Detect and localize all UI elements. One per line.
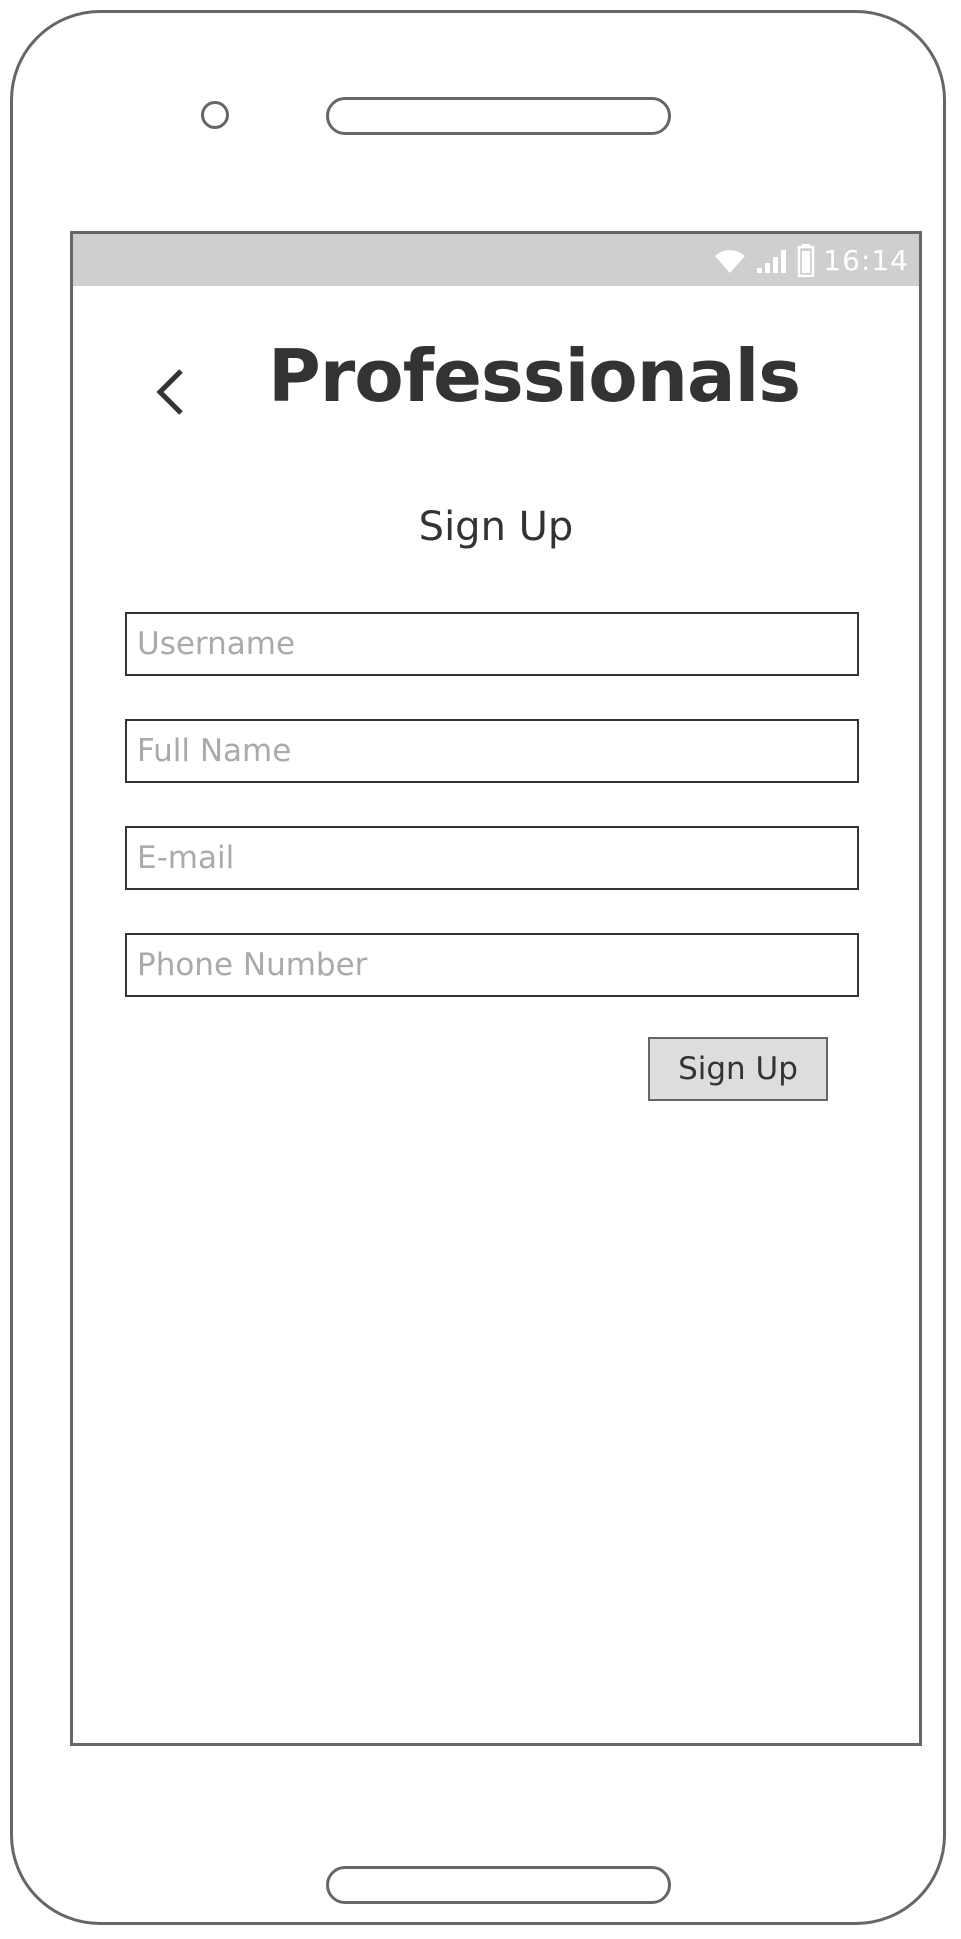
battery-icon xyxy=(797,243,815,277)
back-button[interactable] xyxy=(145,354,195,434)
wifi-icon xyxy=(713,246,747,274)
chevron-left-icon xyxy=(155,367,185,422)
username-input[interactable] xyxy=(125,612,859,676)
form-heading: Sign Up xyxy=(418,504,574,550)
status-time: 16:14 xyxy=(823,243,909,277)
screen: 16:14 Professionals Sign Up Sign Up xyxy=(70,231,922,1746)
email-input[interactable] xyxy=(125,826,859,890)
sign-up-button[interactable]: Sign Up xyxy=(648,1037,828,1101)
page-title: Professionals xyxy=(268,334,801,418)
home-button[interactable] xyxy=(326,1866,671,1904)
camera xyxy=(201,101,229,129)
signal-icon xyxy=(755,246,789,274)
full-name-input[interactable] xyxy=(125,719,859,783)
phone-number-input[interactable] xyxy=(125,933,859,997)
phone-frame: 16:14 Professionals Sign Up Sign Up xyxy=(10,10,946,1925)
status-bar: 16:14 xyxy=(73,234,919,286)
speaker xyxy=(326,97,671,135)
